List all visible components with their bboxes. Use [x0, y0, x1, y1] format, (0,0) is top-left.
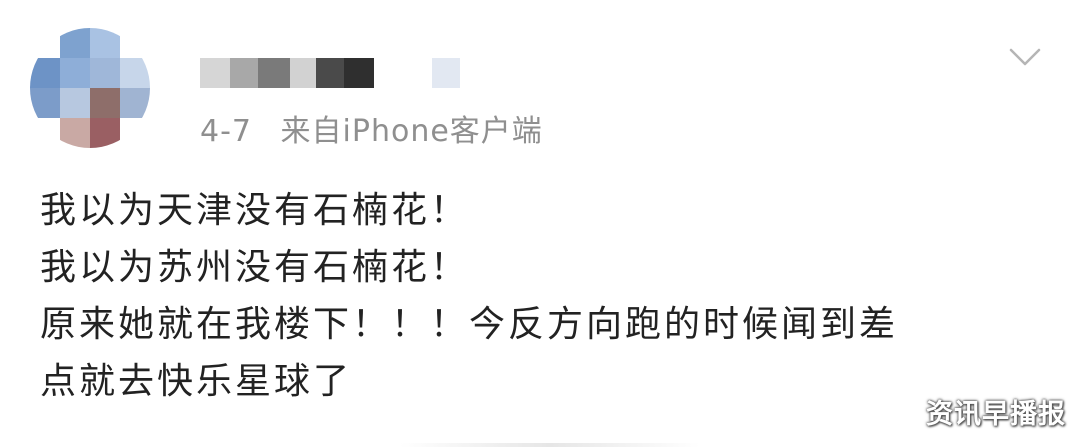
- post-content: 我以为天津没有石楠花！ 我以为苏州没有石楠花！ 原来她就在我楼下！！！今反方向跑…: [40, 182, 1040, 410]
- chevron-down-icon[interactable]: [1008, 40, 1042, 74]
- post-source[interactable]: 来自iPhone客户端: [281, 114, 543, 149]
- content-line: 点就去快乐星球了: [40, 361, 353, 402]
- divider: [400, 443, 700, 447]
- content-line: 原来她就在我楼下！！！今反方向跑的时候闻到差: [40, 304, 899, 345]
- content-line: 我以为苏州没有石楠花！: [40, 247, 470, 288]
- weibo-post: 4-7 来自iPhone客户端 我以为天津没有石楠花！ 我以为苏州没有石楠花！ …: [0, 0, 1080, 447]
- avatar[interactable]: [30, 28, 150, 148]
- post-meta: 4-7 来自iPhone客户端: [200, 106, 543, 150]
- username[interactable]: [200, 58, 460, 88]
- content-line: 我以为天津没有石楠花！: [40, 190, 470, 231]
- watermark: 资讯早播报: [926, 399, 1066, 430]
- post-date: 4-7: [200, 114, 252, 149]
